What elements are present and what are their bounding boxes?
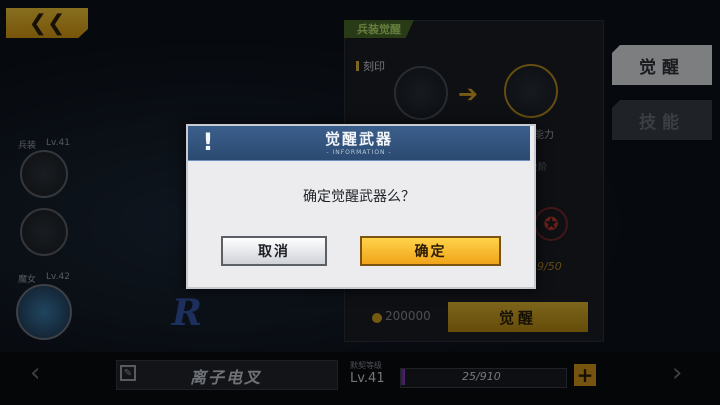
dialog-subtitle: - INFORMATION -	[326, 149, 392, 156]
dialog-title: 觉醒武器	[324, 130, 393, 148]
confirm-button[interactable]: 确定	[360, 236, 501, 266]
cancel-button[interactable]: 取消	[221, 236, 327, 266]
dialog-message: 确定觉醒武器么？	[303, 189, 415, 205]
